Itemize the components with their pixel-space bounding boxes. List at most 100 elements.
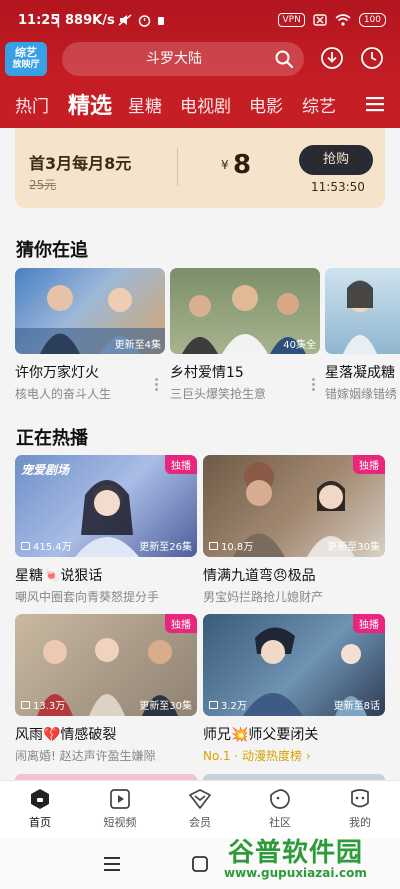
search-icon[interactable] <box>274 49 294 69</box>
episode-badge: 更新至4集 <box>114 340 161 351</box>
tv-icon <box>209 700 218 709</box>
tv-icon <box>209 541 218 550</box>
ranking-link[interactable]: No.1 · 动漫热度榜 › <box>203 747 385 764</box>
view-count: 3.2万 <box>209 697 247 712</box>
tv-icon <box>21 541 30 550</box>
alarm-icon <box>138 15 151 27</box>
hot-thumbnail[interactable]: 宠爱剧场 独播 415.4万 更新至26集 <box>15 455 197 557</box>
profile-icon <box>351 789 369 808</box>
tab-featured[interactable]: 精选 <box>68 88 112 120</box>
no-sim-icon <box>313 14 327 26</box>
episode-badge: 更新至8话 <box>333 701 380 712</box>
guess-thumbnail[interactable] <box>325 268 400 354</box>
tab-tv-series[interactable]: 电视剧 <box>180 92 231 117</box>
nav-profile[interactable]: 我的 <box>330 787 390 830</box>
nav-short-video[interactable]: 短视频 <box>90 787 150 830</box>
vpn-badge: VPN <box>278 13 305 27</box>
search-text: 斗罗大陆 <box>146 51 202 67</box>
app-screen: 11:25 | 889K/s VPN 100 综艺 放映厅 斗罗大陆 热门 精选… <box>0 0 400 889</box>
network-speed: 889K/s <box>65 13 115 28</box>
nav-profile-label: 我的 <box>349 816 371 829</box>
status-time: 11:25 <box>18 13 60 28</box>
guess-card[interactable]: 星落凝成糖 错嫁姻缘错绣 <box>325 268 400 402</box>
hot-title: 师兄💥师父要闭关 <box>203 727 319 743</box>
promo-original-price: 25元 <box>29 178 57 192</box>
episode-badge: 更新至26集 <box>139 542 192 553</box>
wifi-icon <box>335 14 351 26</box>
more-options-icon[interactable] <box>312 378 316 392</box>
guess-card[interactable]: 40集全 乡村爱情15 三巨头爆笑抢生意 <box>170 268 320 402</box>
episode-badge: 更新至30集 <box>139 701 192 712</box>
nav-home-label: 首页 <box>29 816 51 829</box>
hot-title: 风雨💔情感破裂 <box>15 727 117 743</box>
guess-card[interactable]: 更新至4集 许你万家灯火 核电人的奋斗人生 <box>15 268 165 402</box>
episode-badge: 更新至30集 <box>327 542 380 553</box>
more-options-icon[interactable] <box>155 378 159 392</box>
category-tabs: 热门 精选 星糖 电视剧 电影 综艺 <box>0 86 400 126</box>
header: 11:25 | 889K/s VPN 100 综艺 放映厅 斗罗大陆 热门 精选… <box>0 0 400 128</box>
hot-card[interactable]: 独播 3.2万 更新至8话 师兄💥师父要闭关 No.1 · 动漫热度榜 › <box>203 614 385 764</box>
nav-community[interactable]: 社区 <box>250 787 310 830</box>
hot-card[interactable]: 宠爱剧场 独播 415.4万 更新至26集 星糖🍬说狠话 嘲风中圈套向青葵怒提分… <box>15 455 197 605</box>
hot-subtitle: 男宝妈拦路抢儿媳财产 <box>203 590 324 604</box>
hot-card[interactable]: 独播 10.8万 更新至30集 情满九道弯😠极品 男宝妈拦路抢儿媳财产 <box>203 455 385 605</box>
promo-title: 首3月每月8元 <box>29 154 132 173</box>
status-right: VPN 100 <box>278 13 386 27</box>
watermark-text: 谷普软件园 <box>228 838 364 868</box>
guess-thumbnail[interactable]: 更新至4集 <box>15 268 165 354</box>
view-count-value: 10.8万 <box>221 542 254 553</box>
buy-button[interactable]: 抢购 <box>299 145 373 175</box>
exclusive-badge: 独播 <box>165 455 197 474</box>
hot-thumbnail[interactable]: 独播 10.8万 更新至30集 <box>203 455 385 557</box>
mute-icon <box>118 14 132 26</box>
app-logo[interactable]: 综艺 放映厅 <box>5 42 47 76</box>
view-count-value: 13.3万 <box>33 701 66 712</box>
hot-title: 星糖🍬说狠话 <box>15 568 103 584</box>
logo-line1: 综艺 <box>15 46 37 59</box>
nav-home[interactable]: 首页 <box>10 787 70 830</box>
hot-card[interactable]: 独播 13.3万 更新至30集 风雨💔情感破裂 闹离婚! 赵达声许盈生嫌隙 <box>15 614 197 764</box>
guess-thumbnail[interactable]: 40集全 <box>170 268 320 354</box>
watermark-url: www.gupuxiazai.com <box>224 866 367 880</box>
hot-section-title: 正在热播 <box>16 428 88 449</box>
vip-icon <box>189 789 211 809</box>
hot-thumbnail[interactable]: 独播 13.3万 更新至30集 <box>15 614 197 716</box>
status-separator: | <box>56 13 61 28</box>
guess-subtitle: 核电人的奋斗人生 <box>15 387 112 401</box>
home-button-icon[interactable] <box>192 856 208 872</box>
vip-promo-banner[interactable]: 首3月每月8元 25元 ¥ 8 抢购 11:53:50 <box>15 128 385 208</box>
guess-subtitle: 错嫁姻缘错绣 <box>325 387 398 401</box>
promo-currency: ¥ <box>221 158 229 172</box>
watermark-logo: 谷普软件园 www.gupuxiazai.com <box>224 832 396 888</box>
home-icon <box>31 789 49 809</box>
guess-title: 许你万家灯火 <box>15 365 99 381</box>
guess-title: 乡村爱情15 <box>170 365 244 381</box>
hot-thumbnail[interactable]: 独播 3.2万 更新至8话 <box>203 614 385 716</box>
notification-dot-icon <box>158 17 164 25</box>
nav-vip-label: 会员 <box>189 816 211 829</box>
search-bar[interactable]: 斗罗大陆 <box>62 42 304 76</box>
menu-icon[interactable] <box>366 96 384 112</box>
tab-movies[interactable]: 电影 <box>249 92 283 117</box>
thumbnail-caption: 宠爱剧场 <box>21 463 70 477</box>
promo-countdown: 11:53:50 <box>311 180 365 194</box>
guess-thumbnail-art <box>343 280 377 354</box>
history-icon[interactable] <box>360 46 384 70</box>
nav-vip[interactable]: 会员 <box>170 787 230 830</box>
tab-xingtang[interactable]: 星糖 <box>128 92 162 117</box>
tv-icon <box>21 700 30 709</box>
tab-hot[interactable]: 热门 <box>15 92 49 117</box>
recent-apps-icon[interactable] <box>104 857 120 871</box>
view-count: 13.3万 <box>21 697 65 712</box>
nav-short-video-label: 短视频 <box>103 816 137 829</box>
logo-line2: 放映厅 <box>12 60 40 70</box>
view-count: 415.4万 <box>21 538 72 553</box>
download-icon[interactable] <box>320 46 344 70</box>
promo-divider <box>177 148 178 186</box>
battery-indicator: 100 <box>358 13 386 27</box>
view-count-value: 3.2万 <box>221 701 247 712</box>
view-count-value: 415.4万 <box>33 542 72 553</box>
community-icon <box>270 789 290 809</box>
guess-subtitle: 三巨头爆笑抢生意 <box>170 387 267 401</box>
tab-variety[interactable]: 综艺 <box>302 92 336 117</box>
